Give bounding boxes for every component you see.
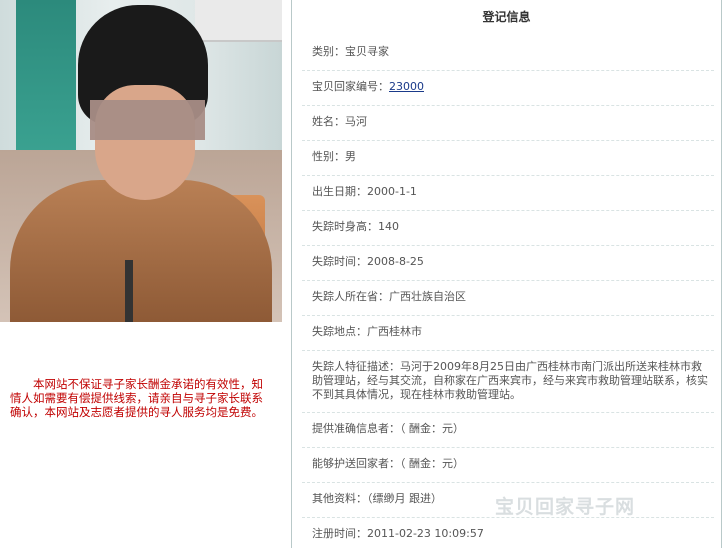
reward-disclaimer-text: 本网站不保证寻子家长酬金承诺的有效性，知情人如需要有偿提供线索，请亲自与寻子家长… [10,377,263,419]
panel-title: 登记信息 [482,10,531,24]
row-missing-place: 失踪地点：广西桂林市 [312,325,422,338]
child-photo [0,0,282,322]
photo-jacket [10,180,272,322]
divider [302,175,714,176]
divider [302,412,714,413]
divider [302,350,714,351]
row-name: 姓名：马河 [312,115,367,128]
divider [302,105,714,106]
photo-eye-blur [90,100,205,140]
row-description: 失踪人特征描述：马河于2009年8月25日由广西桂林市南门派出所送来桂林市救助管… [312,360,708,401]
divider [302,70,714,71]
row-id: 宝贝回家编号：23000 [312,80,424,93]
divider [302,140,714,141]
row-gender: 性别：男 [312,150,356,163]
divider [302,210,714,211]
row-registered-time: 注册时间：2011-02-23 10:09:57 [312,527,484,540]
row-informant-reward: 提供准确信息者：（ 酬金：元） [312,422,464,435]
photo-background-door [16,0,76,150]
divider [302,482,714,483]
row-height: 失踪时身高：140 [312,220,399,233]
reward-disclaimer: 本网站不保证寻子家长酬金承诺的有效性，知情人如需要有偿提供线索，请亲自与寻子家长… [10,377,272,419]
photo-zipper [125,260,133,322]
row-birth-date: 出生日期：2000-1-1 [312,185,417,198]
divider [302,280,714,281]
divider [302,315,714,316]
site-watermark: 宝贝回家寻子网 [495,496,636,518]
row-missing-date: 失踪时间：2008-8-25 [312,255,424,268]
registration-info-panel: 登记信息 类别：宝贝寻家 宝贝回家编号：23000 姓名：马河 性别：男 出生日… [291,0,722,548]
divider [302,245,714,246]
divider [302,447,714,448]
row-escort-reward: 能够护送回家者：（ 酬金：元） [312,457,464,470]
record-id-link[interactable]: 23000 [389,80,424,93]
row-category: 类别：宝贝寻家 [312,45,389,58]
row-province: 失踪人所在省：广西壮族自治区 [312,290,466,303]
photo-background-poster [195,0,282,42]
